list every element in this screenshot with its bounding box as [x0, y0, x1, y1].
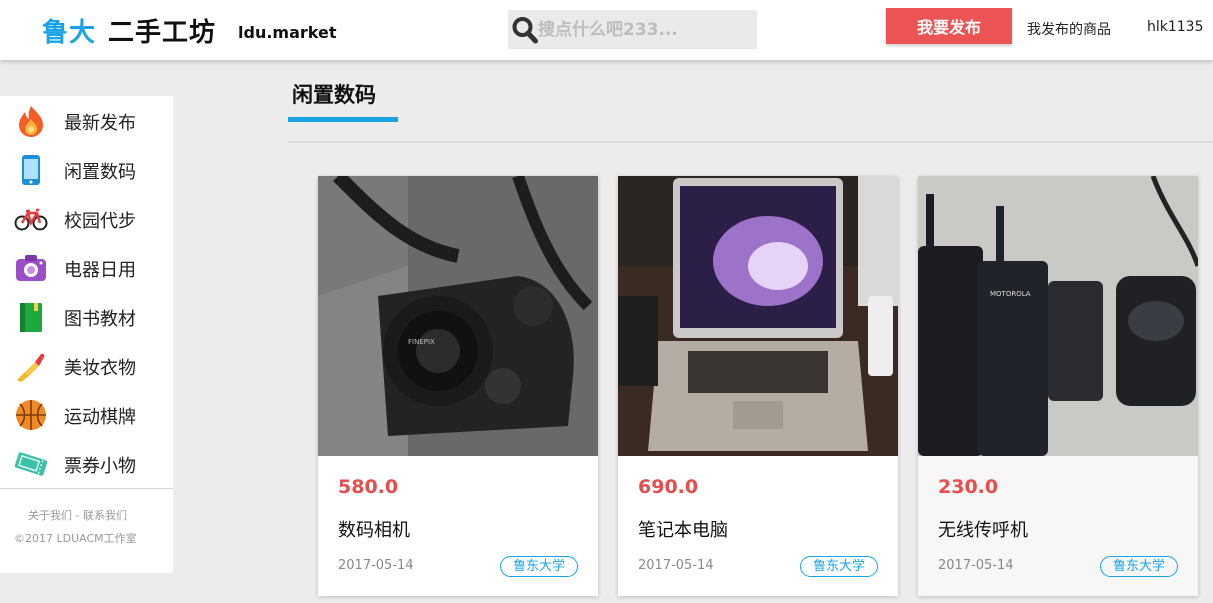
sidebar-item-tickets[interactable]: 票券小物: [0, 439, 173, 488]
book-icon: [20, 303, 42, 332]
sidebar-item-label: 图书教材: [64, 309, 136, 330]
sidebar-item-latest[interactable]: 最新发布: [0, 96, 173, 145]
sidebar-item-books[interactable]: 图书教材: [0, 292, 173, 341]
sidebar-item-label: 美妆衣物: [64, 358, 136, 379]
school-badge: 鲁东大学: [500, 556, 578, 577]
product-price: 690.0: [638, 476, 699, 498]
logo-part1[interactable]: 鲁大: [42, 12, 96, 49]
product-date: 2017-05-14: [638, 558, 714, 573]
flame-icon: [19, 106, 43, 137]
svg-text:MOTOROLA: MOTOROLA: [990, 290, 1031, 298]
sidebar-item-transport[interactable]: 校园代步: [0, 194, 173, 243]
product-image[interactable]: [618, 176, 898, 456]
section-title: 闲置数码: [292, 83, 376, 107]
product-name[interactable]: 数码相机: [338, 516, 410, 542]
sidebar-divider: [0, 488, 173, 489]
lipstick-icon: [17, 353, 45, 382]
search-box: [508, 10, 757, 49]
logo-subtitle: ldu.market: [238, 23, 337, 42]
sidebar-item-label: 校园代步: [64, 211, 136, 232]
product-image[interactable]: FINEPIX: [318, 176, 598, 456]
product-date: 2017-05-14: [938, 558, 1014, 573]
sidebar-item-label: 运动棋牌: [64, 407, 136, 428]
school-badge: 鲁东大学: [1100, 556, 1178, 577]
sidebar-item-label: 票券小物: [64, 456, 136, 477]
svg-text:FINEPIX: FINEPIX: [408, 338, 435, 346]
product-date: 2017-05-14: [338, 558, 414, 573]
logo-part2[interactable]: 二手工坊: [108, 12, 216, 49]
product-card[interactable]: 690.0 笔记本电脑 2017-05-14 鲁东大学: [618, 176, 898, 596]
footer-copyright: ©2017 LDUACM工作室: [14, 532, 137, 545]
footer-links[interactable]: 关于我们 - 联系我们: [0, 507, 155, 523]
sidebar-item-label: 闲置数码: [64, 162, 136, 183]
sidebar-item-label: 最新发布: [64, 113, 136, 134]
search-input[interactable]: [538, 10, 753, 49]
product-price: 580.0: [338, 476, 399, 498]
search-icon[interactable]: [512, 16, 538, 44]
ticket-icon: [14, 452, 48, 476]
school-badge: 鲁东大学: [800, 556, 878, 577]
sidebar-item-label: 电器日用: [64, 260, 136, 281]
product-card[interactable]: MOTOROLA 230.0 无线传呼机 2017-05-14 鲁东大学: [918, 176, 1198, 596]
publish-button[interactable]: 我要发布: [886, 8, 1012, 44]
bicycle-icon: [14, 208, 48, 231]
section-title-underline: [288, 117, 398, 122]
username-link[interactable]: hlk1135: [1147, 19, 1204, 35]
product-name[interactable]: 笔记本电脑: [638, 516, 728, 542]
basketball-icon: [16, 400, 46, 430]
camera-icon: [16, 255, 46, 281]
category-sidebar: 最新发布 闲置数码 校园代步 电器日用 图书教材 美妆衣物 运动棋牌 票券小物 …: [0, 96, 173, 573]
product-name[interactable]: 无线传呼机: [938, 516, 1028, 542]
product-price: 230.0: [938, 476, 999, 498]
sidebar-item-digital[interactable]: 闲置数码: [0, 145, 173, 194]
sidebar-item-appliances[interactable]: 电器日用: [0, 243, 173, 292]
sidebar-item-sports[interactable]: 运动棋牌: [0, 390, 173, 439]
my-items-link[interactable]: 我发布的商品: [1027, 19, 1111, 39]
product-image[interactable]: MOTOROLA: [918, 176, 1198, 456]
product-card[interactable]: FINEPIX 580.0 数码相机 2017-05-14 鲁东大学: [318, 176, 598, 596]
section-divider: [288, 141, 1213, 143]
sidebar-item-beauty[interactable]: 美妆衣物: [0, 341, 173, 390]
top-header: 鲁大 二手工坊 ldu.market 我要发布 我发布的商品 hlk1135: [0, 0, 1213, 60]
phone-icon: [22, 155, 40, 185]
